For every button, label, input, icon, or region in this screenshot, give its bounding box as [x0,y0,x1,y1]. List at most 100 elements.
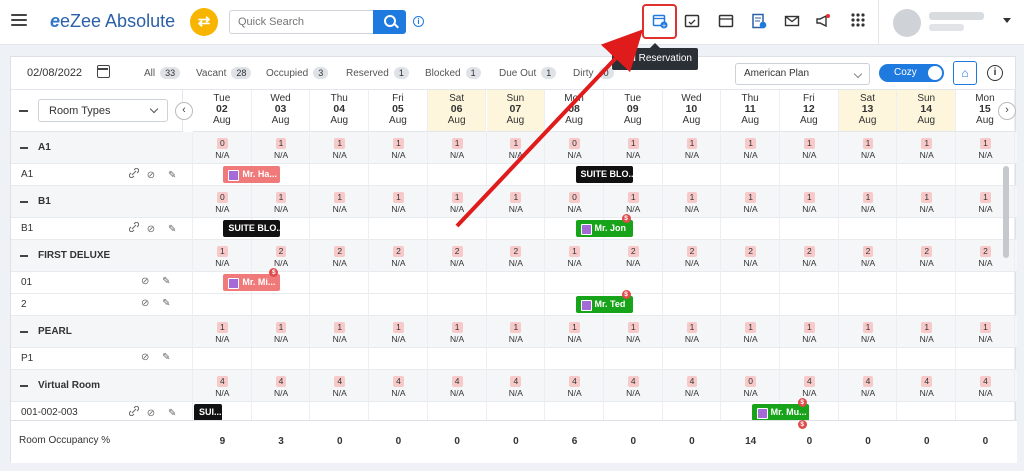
availability-cell[interactable]: 2 N/A [721,246,780,270]
chevron-down-icon[interactable] [1003,18,1011,23]
availability-cell[interactable]: 1 N/A [780,192,839,216]
availability-cell[interactable]: 1 N/A [252,322,311,346]
no-smoking-icon[interactable]: ⊘ [141,276,154,287]
cozy-view-toggle[interactable]: Cozy [879,64,944,82]
availability-cell[interactable]: 1 N/A [897,322,956,346]
availability-cell[interactable]: 4 N/A [604,376,663,400]
day-header[interactable]: Sun 14 Aug [897,90,957,132]
availability-cell[interactable]: 2 N/A [604,246,663,270]
filter-reserved[interactable]: Reserved 1 [346,67,409,79]
availability-cell[interactable]: 1 N/A [780,138,839,162]
availability-cell[interactable]: 4 N/A [839,376,898,400]
day-header[interactable]: Fri 05 Aug [369,90,428,132]
day-header[interactable]: Mon 08 Aug [545,90,604,132]
availability-cell[interactable]: 1 N/A [369,138,428,162]
availability-cell[interactable]: 1 N/A [780,322,839,346]
availability-cell[interactable]: 1 N/A [721,322,780,346]
availability-cell[interactable]: 4 N/A [487,376,546,400]
no-smoking-icon[interactable]: ⊘ [141,298,154,309]
room-name[interactable]: 001-002-003 [21,407,78,418]
calendar-picker-icon[interactable] [97,65,110,78]
availability-cell[interactable]: 1 N/A [604,192,663,216]
collapse-all-icon[interactable] [19,110,28,112]
day-header[interactable]: Fri 12 Aug [780,90,839,132]
availability-cell[interactable]: 1 N/A [310,192,369,216]
availability-cell[interactable]: 4 N/A [956,376,1015,400]
availability-cell[interactable]: 1 N/A [721,192,780,216]
current-date[interactable]: 02/08/2022 [27,67,82,79]
availability-cell[interactable]: 1 N/A [956,322,1015,346]
room-name[interactable]: 01 [21,277,32,288]
room-name[interactable]: B1 [21,223,33,234]
availability-cell[interactable]: 1 N/A [839,192,898,216]
filter-vacant[interactable]: Vacant 28 [196,67,252,79]
availability-cell[interactable]: 1 N/A [604,322,663,346]
app-logo[interactable]: eeZee Absolute [50,11,175,32]
shuffle-icon[interactable]: ⇄ [190,8,218,36]
availability-cell[interactable]: 1 N/A [487,138,546,162]
availability-cell[interactable]: 2 N/A [369,246,428,270]
availability-cell[interactable]: 0 N/A [721,376,780,400]
housekeeping-icon[interactable]: ✎ [162,298,175,309]
day-header[interactable]: Sat 13 Aug [838,90,898,132]
filter-due-out[interactable]: Due Out 1 [499,67,557,79]
housekeeping-icon[interactable]: ✎ [168,408,181,419]
availability-cell[interactable]: 1 N/A [252,138,311,162]
availability-cell[interactable]: 1 N/A [428,192,487,216]
availability-cell[interactable]: 1 N/A [897,138,956,162]
grid-scrollbar[interactable] [1003,166,1009,258]
availability-cell[interactable]: 0 N/A [545,192,604,216]
housekeeping-icon[interactable]: ✎ [162,276,175,287]
availability-cell[interactable]: 2 N/A [428,246,487,270]
room-name[interactable]: A1 [21,169,33,180]
user-menu[interactable] [878,0,1024,45]
availability-cell[interactable]: 2 N/A [780,246,839,270]
filter-dirty[interactable]: Dirty 0 [573,67,614,79]
collapse-icon[interactable] [20,201,28,203]
rate-plan-select[interactable]: American Plan [735,63,870,85]
room-view-icon[interactable]: ⌂ [953,61,977,85]
apps-grid-icon[interactable] [850,13,866,29]
no-smoking-icon[interactable]: ⊘ [147,408,160,419]
availability-cell[interactable]: 1 N/A [428,322,487,346]
day-header[interactable]: Tue 09 Aug [603,90,663,132]
collapse-icon[interactable] [20,147,28,149]
booking-block[interactable]: Mr. Ha... [223,166,281,183]
availability-cell[interactable]: 2 N/A [310,246,369,270]
day-header[interactable]: Thu 11 Aug [721,90,780,132]
filter-blocked[interactable]: Blocked 1 [425,67,481,79]
day-header[interactable]: Sun 07 Aug [486,90,546,132]
availability-cell[interactable]: 1 N/A [663,192,722,216]
day-header[interactable]: Sat 06 Aug [427,90,487,132]
availability-cell[interactable]: 1 N/A [252,192,311,216]
availability-cell[interactable]: 1 N/A [545,322,604,346]
availability-cell[interactable]: 1 N/A [839,138,898,162]
help-icon[interactable]: i [987,65,1003,81]
menu-icon[interactable] [11,14,27,26]
room-name[interactable]: P1 [21,353,33,364]
housekeeping-icon[interactable]: ✎ [168,170,181,181]
day-header[interactable]: Wed 03 Aug [251,90,311,132]
collapse-icon[interactable] [20,385,28,387]
availability-cell[interactable]: 4 N/A [780,376,839,400]
filter-occupied[interactable]: Occupied 3 [266,67,329,79]
availability-cell[interactable]: 4 N/A [252,376,311,400]
filter-all[interactable]: All 33 [144,67,181,79]
next-dates-button[interactable]: › [998,102,1016,120]
availability-cell[interactable]: 0 N/A [193,138,252,162]
availability-cell[interactable]: 2 N/A [487,246,546,270]
availability-cell[interactable]: 1 N/A [487,322,546,346]
availability-cell[interactable]: 2 N/A [663,246,722,270]
availability-cell[interactable]: 4 N/A [897,376,956,400]
availability-cell[interactable]: 1 N/A [193,322,252,346]
no-smoking-icon[interactable]: ⊘ [141,352,154,363]
availability-cell[interactable]: 1 N/A [310,138,369,162]
room-types-select[interactable]: Room Types [38,99,168,122]
availability-cell[interactable]: 1 N/A [721,138,780,162]
availability-cell[interactable]: 1 N/A [545,246,604,270]
day-header[interactable]: Tue 02 Aug [193,90,252,132]
availability-cell[interactable]: 4 N/A [193,376,252,400]
booking-block[interactable]: SUI... [194,404,222,421]
invoice-icon[interactable] [751,13,767,29]
availability-cell[interactable]: 0 N/A [193,192,252,216]
